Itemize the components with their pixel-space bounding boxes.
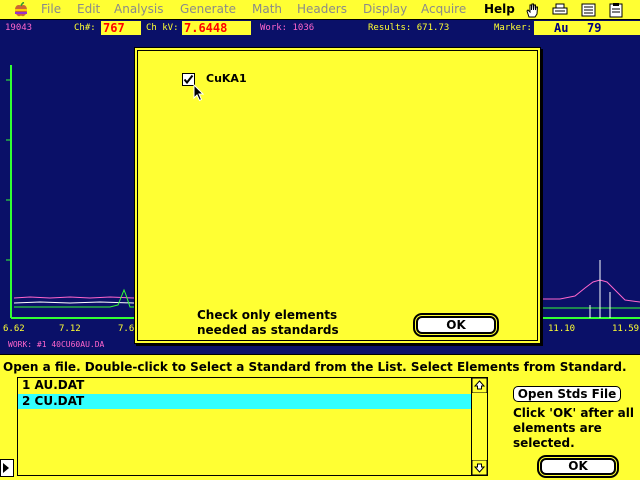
menu-analysis[interactable]: Analysis <box>114 2 163 16</box>
standards-list[interactable]: 1 AU.DAT 2 CU.DAT <box>17 377 488 476</box>
dialog-ok-button[interactable]: OK <box>416 316 496 334</box>
scroll-up-arrow-icon[interactable] <box>472 378 487 393</box>
panel-ok-button[interactable]: OK <box>540 458 616 475</box>
list-scrollbar[interactable] <box>471 378 487 475</box>
trace-pink-left <box>13 296 135 299</box>
apple-logo-icon[interactable] <box>14 2 28 17</box>
trace-white-left <box>13 301 135 304</box>
kv-value: 7.6448 <box>182 21 251 35</box>
menu-display[interactable]: Display <box>363 2 407 16</box>
marker-element: Au <box>554 21 569 35</box>
x-tick-label: 7.6 <box>118 324 135 334</box>
counts-readout: 19043 <box>5 23 33 33</box>
open-stds-file-button[interactable]: Open Stds File <box>513 386 621 402</box>
cuka1-label[interactable]: CuKA1 <box>206 72 247 85</box>
element-select-dialog: CuKA1 Check only elements needed as stan… <box>134 47 541 344</box>
dialog-message-line-1: Check only elements <box>197 308 338 322</box>
trace-pink-right <box>543 279 640 303</box>
list-item-cu[interactable]: 2 CU.DAT <box>18 394 471 409</box>
kv-label: Ch kV: <box>146 23 179 33</box>
marker-readout: Au 79 <box>534 21 640 35</box>
channel-label: Ch#: <box>74 23 96 33</box>
x-tick-label: 11.59 <box>612 324 640 334</box>
menu-bar: File Edit Analysis Generate Math Headers… <box>0 0 640 20</box>
dialog-message: Check only elements needed as standards <box>197 308 339 338</box>
standards-panel: Open a file. Double-click to Select a St… <box>0 354 640 480</box>
list-item-au[interactable]: 1 AU.DAT <box>18 378 471 393</box>
menu-help[interactable]: Help <box>484 2 515 16</box>
list-icon[interactable] <box>580 2 598 18</box>
menu-edit[interactable]: Edit <box>77 2 100 16</box>
menu-generate[interactable]: Generate <box>180 2 236 16</box>
trace-green-left <box>14 288 134 308</box>
dialog-message-line-2: needed as standards <box>197 323 339 337</box>
x-tick-label: 6.62 <box>3 324 25 334</box>
resize-handle-icon[interactable] <box>0 459 14 477</box>
x-tick-label: 7.12 <box>59 324 81 334</box>
mouse-pointer-icon <box>193 84 205 102</box>
printer-icon[interactable] <box>551 2 569 18</box>
menu-headers[interactable]: Headers <box>297 2 347 16</box>
marker-label: Marker: <box>494 23 532 33</box>
menu-file[interactable]: File <box>41 2 61 16</box>
ok-hint-line-2: elements are <box>513 421 602 435</box>
clipboard-icon[interactable] <box>607 2 625 18</box>
x-tick-label: 11.10 <box>548 324 576 334</box>
instruction-text: Open a file. Double-click to Select a St… <box>3 360 627 374</box>
channel-value: 767 <box>101 21 141 35</box>
ok-hint-text: Click 'OK' after all elements are select… <box>513 406 634 451</box>
work-file-label: WORK: #1 40CU60AU.DA <box>8 340 105 349</box>
ok-hint-line-1: Click 'OK' after all <box>513 406 634 420</box>
hand-icon[interactable] <box>524 2 542 18</box>
marker-number: 79 <box>587 21 602 35</box>
work-readout: Work: 1036 <box>260 23 315 33</box>
menu-acquire[interactable]: Acquire <box>421 2 466 16</box>
scroll-down-arrow-icon[interactable] <box>472 460 487 475</box>
results-readout: Results: 671.73 <box>368 23 450 33</box>
menu-math[interactable]: Math <box>252 2 282 16</box>
ok-hint-line-3: selected. <box>513 436 575 450</box>
